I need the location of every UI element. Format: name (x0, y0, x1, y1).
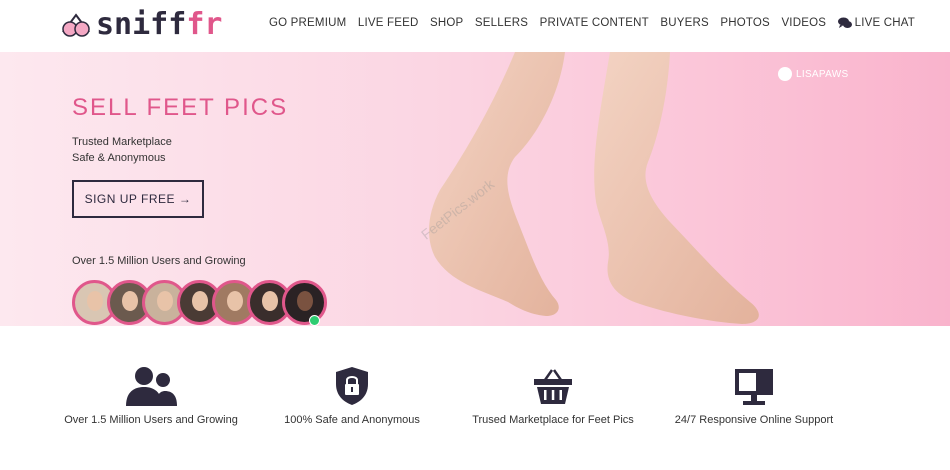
feature-support-label: 24/7 Responsive Online Support (674, 414, 834, 426)
feature-users: Over 1.5 Million Users and Growing (51, 366, 251, 426)
feature-safe-label: 100% Safe and Anonymous (284, 414, 420, 426)
site-header: snifffr GO PREMIUM LIVE FEED SHOP SELLER… (0, 0, 950, 52)
feature-support: 24/7 Responsive Online Support (654, 366, 854, 426)
nav-shop[interactable]: SHOP (430, 17, 463, 29)
heart-logo-icon (62, 13, 90, 37)
hero-sub-line1: Trusted Marketplace (72, 136, 172, 148)
feature-marketplace: Trused Marketplace for Feet Pics (453, 366, 653, 426)
nav-buyers[interactable]: BUYERS (660, 17, 709, 29)
feature-safe: 100% Safe and Anonymous (252, 366, 452, 426)
monitor-support-icon (735, 369, 773, 405)
main-nav: GO PREMIUM LIVE FEED SHOP SELLERS PRIVAT… (269, 17, 927, 29)
features-strip: Over 1.5 Million Users and Growing 100% … (0, 326, 950, 470)
online-indicator (309, 315, 320, 326)
hero-title: SELL FEET PICS (72, 94, 289, 121)
signup-free-button[interactable]: SIGN UP FREE → (72, 180, 204, 218)
feature-users-label: Over 1.5 Million Users and Growing (64, 414, 238, 426)
user-tag[interactable]: LISAPAWS (778, 67, 848, 81)
shield-lock-icon (336, 367, 368, 405)
hero-banner: FeetPics.work SELL FEET PICS Trusted Mar… (0, 52, 950, 326)
user-tag-name: LISAPAWS (796, 68, 849, 80)
chat-bubbles-icon (837, 17, 852, 28)
nav-live-chat[interactable]: LIVE CHAT (837, 17, 915, 29)
user-avatars (72, 280, 327, 325)
nav-private-content[interactable]: PRIVATE CONTENT (540, 17, 649, 29)
brand-name: snifffr (96, 7, 223, 42)
growing-text: Over 1.5 Million Users and Growing (72, 255, 246, 267)
nav-go-premium[interactable]: GO PREMIUM (269, 17, 346, 29)
logo[interactable]: snifffr (60, 10, 222, 40)
nav-videos[interactable]: VIDEOS (781, 17, 826, 29)
nav-sellers[interactable]: SELLERS (475, 17, 528, 29)
hero-subtitle: Trusted Marketplace Safe & Anonymous (72, 134, 172, 166)
basket-icon (534, 369, 572, 404)
nav-photos[interactable]: PHOTOS (720, 17, 770, 29)
hero-sub-line2: Safe & Anonymous (72, 152, 166, 164)
feature-marketplace-label: Trused Marketplace for Feet Pics (472, 414, 634, 426)
nav-live-feed[interactable]: LIVE FEED (358, 17, 419, 29)
user-icon (778, 67, 792, 81)
avatar[interactable] (282, 280, 327, 325)
nav-live-chat-label: LIVE CHAT (854, 17, 915, 29)
users-icon (126, 367, 177, 406)
